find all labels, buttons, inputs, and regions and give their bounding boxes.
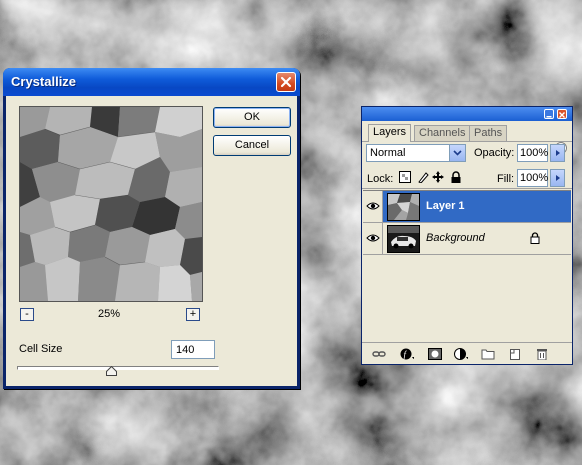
- layer-thumbnail: [387, 193, 420, 221]
- adjustment-layer-icon[interactable]: [454, 348, 468, 360]
- close-icon: [280, 76, 292, 88]
- fill-slider-button[interactable]: [550, 169, 565, 187]
- tab-paths[interactable]: Paths: [469, 125, 508, 141]
- zoom-out-button[interactable]: -: [20, 308, 34, 321]
- filter-preview[interactable]: [19, 106, 203, 302]
- layers-list: Layer 1 Background: [363, 190, 571, 339]
- fill-input[interactable]: 100%: [517, 169, 548, 187]
- opacity-label: Opacity:: [474, 147, 515, 159]
- dialog-body: OK Cancel - 25% + Cell Size: [6, 96, 297, 386]
- blend-mode-select[interactable]: Normal: [366, 144, 466, 162]
- zoom-level: 25%: [98, 308, 121, 320]
- palette-divider: [362, 188, 572, 189]
- new-layer-icon[interactable]: [508, 348, 522, 360]
- close-button[interactable]: [276, 72, 296, 92]
- minimize-icon: [546, 116, 552, 118]
- eye-icon: [366, 234, 380, 242]
- lock-position-icon[interactable]: [432, 171, 444, 183]
- new-group-icon[interactable]: [481, 348, 495, 360]
- layer-style-icon[interactable]: f: [400, 348, 414, 360]
- palette-footer: f: [362, 342, 572, 365]
- crystallize-preview-image: [20, 107, 202, 301]
- fill-label: Fill:: [497, 173, 515, 185]
- visibility-toggle[interactable]: [363, 223, 383, 254]
- tab-layers[interactable]: Layers: [368, 124, 412, 142]
- lock-transparent-pixels-icon[interactable]: [399, 171, 411, 183]
- tab-channels[interactable]: Channels: [414, 125, 471, 141]
- crystallize-dialog: Crystallize OK Cancel - 25% + Cell Size …: [3, 68, 300, 389]
- zoom-in-button[interactable]: +: [186, 308, 200, 321]
- opacity-input[interactable]: 100%: [517, 144, 548, 162]
- minus-icon: -: [25, 308, 29, 320]
- cancel-button[interactable]: Cancel: [213, 135, 291, 156]
- ok-button[interactable]: OK: [213, 107, 291, 128]
- plus-icon: +: [189, 308, 197, 320]
- dialog-title: Crystallize: [11, 74, 77, 89]
- chevron-down-icon: [449, 145, 465, 161]
- layer-name: Background: [426, 232, 485, 244]
- layer-mask-icon[interactable]: [428, 348, 442, 360]
- cell-size-label: Cell Size: [19, 343, 63, 355]
- dialog-titlebar[interactable]: Crystallize: [3, 68, 300, 96]
- palette-close-button[interactable]: [557, 109, 567, 119]
- link-layers-icon[interactable]: [372, 348, 386, 360]
- visibility-toggle[interactable]: [363, 191, 383, 222]
- lock-image-pixels-icon[interactable]: [417, 171, 429, 183]
- close-icon: [559, 112, 565, 118]
- layer-name: Layer 1: [426, 200, 465, 212]
- opacity-slider-button[interactable]: [550, 144, 565, 162]
- chevron-right-icon: [556, 150, 560, 156]
- chevron-right-icon: [556, 175, 560, 181]
- cell-size-slider-track[interactable]: [17, 366, 219, 370]
- cell-size-slider-thumb[interactable]: [106, 366, 118, 376]
- cell-size-input[interactable]: [171, 340, 215, 359]
- layer-thumbnail: [387, 225, 420, 253]
- lock-all-icon[interactable]: [450, 171, 462, 183]
- palette-tabs: Layers Channels Paths: [362, 122, 572, 154]
- minimize-button[interactable]: [544, 109, 554, 119]
- lock-label: Lock:: [367, 173, 394, 185]
- layers-palette: Layers Channels Paths Normal Opacity: 10…: [361, 106, 573, 365]
- delete-layer-icon[interactable]: [535, 348, 549, 360]
- eye-icon: [366, 202, 380, 210]
- blend-mode-value: Normal: [370, 147, 406, 159]
- lock-icon: [530, 232, 540, 244]
- palette-titlebar[interactable]: [362, 107, 572, 121]
- layer-row[interactable]: Background: [363, 223, 571, 255]
- layer-row[interactable]: Layer 1: [363, 191, 571, 223]
